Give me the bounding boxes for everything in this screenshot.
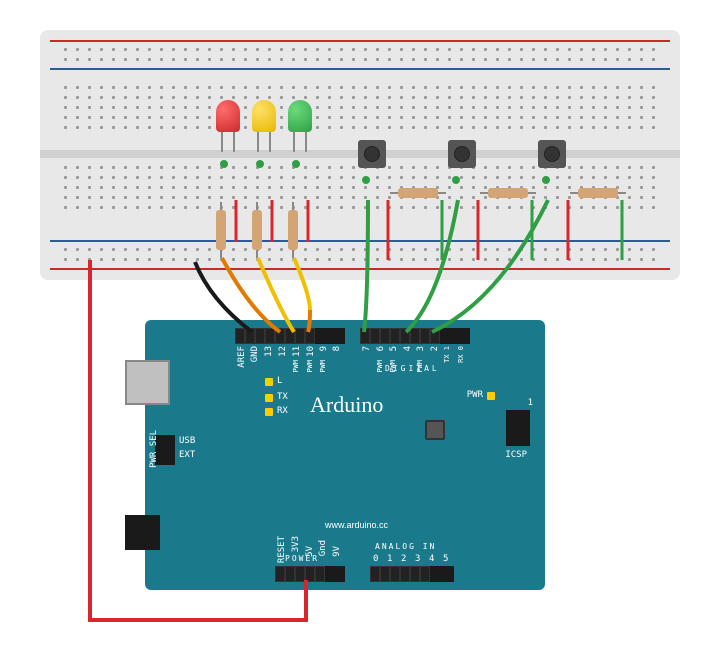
button-2	[448, 140, 476, 168]
icsp-pin1: 1	[528, 398, 533, 408]
header-digital-left	[235, 328, 345, 344]
led-red	[216, 100, 240, 132]
pin-gnd2: Gnd	[318, 540, 328, 556]
pin-gnd: GND	[250, 346, 260, 362]
resistor-button-1	[398, 188, 438, 198]
pwr-sel-label: PWR SEL	[149, 430, 159, 468]
pin-a5: 5	[443, 554, 448, 564]
arduino-uno: PWR SEL USB EXT ICSP 1 L TX RX PWR	[145, 320, 545, 590]
header-digital-right	[360, 328, 470, 344]
tie-point	[452, 176, 460, 184]
pin-aref: AREF	[237, 346, 247, 368]
usb-port-icon	[125, 360, 170, 405]
pin-d5: 5	[389, 346, 399, 351]
pwr-sel-ext: EXT	[179, 450, 195, 460]
tie-point	[220, 160, 228, 168]
resistor-led-yellow	[252, 210, 262, 250]
power-group: POWER	[285, 554, 319, 563]
header-analog	[370, 566, 454, 582]
pwr-sel-usb: USB	[179, 436, 195, 446]
led-tx-icon	[265, 394, 273, 402]
tie-point	[292, 160, 300, 168]
header-power	[275, 566, 345, 582]
pin-d1: TX 1	[443, 346, 451, 363]
pin-d10: 10	[306, 346, 316, 357]
tie-point	[542, 176, 550, 184]
pin-d3: 3	[416, 346, 426, 351]
reset-button-icon	[425, 420, 445, 440]
pin-d8: 8	[332, 346, 342, 351]
pin-d4: 4	[403, 346, 413, 351]
pin-d12: 12	[278, 346, 288, 357]
pwm-10: PWM	[306, 360, 314, 373]
resistor-button-3	[578, 188, 618, 198]
pin-a4: 4	[429, 554, 434, 564]
led-rx-label: RX	[277, 406, 288, 416]
icsp-header	[506, 410, 530, 446]
pwm-11: PWM	[292, 360, 300, 373]
pin-d13: 13	[264, 346, 274, 357]
pin-3v3: 3V3	[291, 536, 301, 552]
arduino-brand: Arduino	[310, 392, 383, 418]
fritzing-diagram: /*placeholder*/ PWR SEL US	[0, 0, 728, 656]
led-l-icon	[265, 378, 273, 386]
digital-group: DIGITAL	[385, 364, 440, 373]
led-pwr-label: PWR	[467, 390, 483, 400]
button-1	[358, 140, 386, 168]
pin-d0: RX 0	[457, 346, 465, 363]
pin-9v: 9V	[332, 546, 342, 557]
led-green	[288, 100, 312, 132]
analog-group: ANALOG IN	[375, 542, 436, 551]
led-l-label: L	[277, 376, 282, 386]
pin-d2: 2	[430, 346, 440, 351]
pin-a1: 1	[387, 554, 392, 564]
led-pwr-icon	[487, 392, 495, 400]
pwm-6: PWM	[376, 360, 384, 373]
led-tx-label: TX	[277, 392, 288, 402]
resistor-led-green	[288, 210, 298, 250]
button-3	[538, 140, 566, 168]
pin-d6: 6	[376, 346, 386, 351]
pin-a2: 2	[401, 554, 406, 564]
pwm-9: PWM	[319, 360, 327, 373]
resistor-led-red	[216, 210, 226, 250]
pin-d7: 7	[362, 346, 372, 351]
pin-d11: 11	[292, 346, 302, 357]
pin-a0: 0	[373, 554, 378, 564]
led-yellow	[252, 100, 276, 132]
arduino-url: www.arduino.cc	[325, 520, 388, 530]
tie-point	[362, 176, 370, 184]
pin-d9: 9	[319, 346, 329, 351]
barrel-jack-icon	[125, 515, 160, 550]
icsp-label: ICSP	[505, 450, 527, 460]
led-rx-icon	[265, 408, 273, 416]
tie-point	[256, 160, 264, 168]
resistor-button-2	[488, 188, 528, 198]
pin-a3: 3	[415, 554, 420, 564]
